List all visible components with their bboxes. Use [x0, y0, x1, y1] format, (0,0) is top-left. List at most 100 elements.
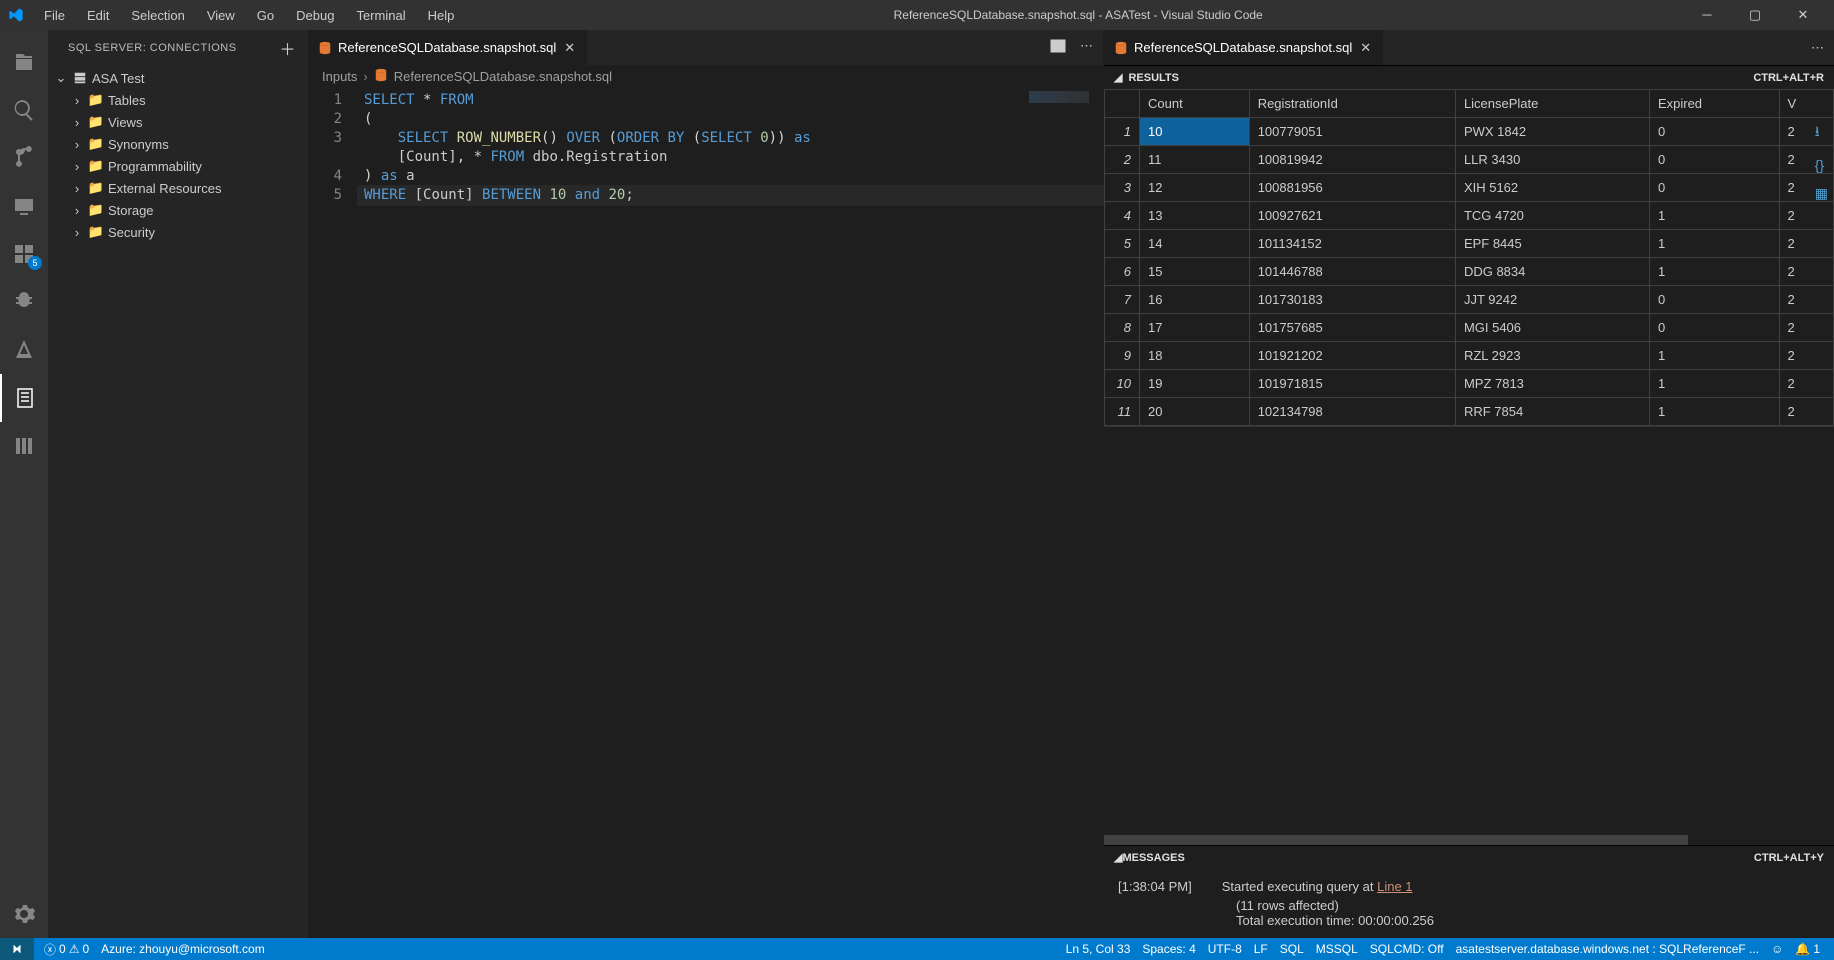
status-mssql[interactable]: MSSQL [1310, 942, 1364, 956]
table-cell[interactable]: 15 [1140, 258, 1250, 286]
table-cell[interactable]: 0 [1649, 146, 1779, 174]
tree-item-security[interactable]: ›📁Security [48, 221, 308, 243]
export-csv-icon[interactable]: ⭳ [1815, 121, 1828, 145]
activity-extensions[interactable]: 5 [0, 230, 48, 278]
breadcrumbs[interactable]: Inputs › ReferenceSQLDatabase.snapshot.s… [308, 65, 1103, 87]
menu-go[interactable]: Go [247, 4, 284, 27]
activity-settings[interactable] [0, 890, 48, 938]
tree-item-external-resources[interactable]: ›📁External Resources [48, 177, 308, 199]
table-cell[interactable]: 101971815 [1249, 370, 1455, 398]
table-row[interactable]: 514101134152EPF 844512 [1105, 230, 1834, 258]
minimap[interactable] [1029, 91, 1089, 103]
activity-explorer[interactable] [0, 38, 48, 86]
table-cell[interactable]: 19 [1140, 370, 1250, 398]
table-cell[interactable]: 2 [1779, 230, 1833, 258]
status-sqlcmd[interactable]: SQLCMD: Off [1364, 942, 1450, 956]
table-cell[interactable]: 2 [1779, 286, 1833, 314]
export-json-icon[interactable]: {} [1815, 157, 1828, 173]
table-cell[interactable]: 0 [1649, 174, 1779, 202]
table-row[interactable]: 918101921202RZL 292312 [1105, 342, 1834, 370]
code-editor[interactable]: 12345 SELECT * FROM ( SELECT ROW_NUMBER(… [308, 87, 1103, 938]
table-row[interactable]: 817101757685MGI 540602 [1105, 314, 1834, 342]
table-cell[interactable]: 2 [1779, 202, 1833, 230]
split-editor-icon[interactable] [1050, 38, 1066, 57]
table-cell[interactable]: DDG 8834 [1455, 258, 1649, 286]
col-overflow[interactable]: V [1779, 90, 1833, 118]
status-feedback-icon[interactable]: ☺ [1765, 942, 1789, 956]
col-registrationid[interactable]: RegistrationId [1249, 90, 1455, 118]
table-cell[interactable]: 2 [1779, 342, 1833, 370]
menu-selection[interactable]: Selection [121, 4, 194, 27]
table-cell[interactable]: 1 [1649, 342, 1779, 370]
table-cell[interactable]: 102134798 [1249, 398, 1455, 426]
horizontal-scrollbar[interactable] [1104, 835, 1834, 845]
table-cell[interactable]: 0 [1649, 314, 1779, 342]
minimize-button[interactable]: ─ [1692, 7, 1722, 23]
breadcrumb-file[interactable]: ReferenceSQLDatabase.snapshot.sql [394, 69, 612, 84]
table-cell[interactable]: 1 [1649, 230, 1779, 258]
table-cell[interactable]: 0 [1649, 118, 1779, 146]
table-cell[interactable]: 10 [1140, 118, 1250, 146]
table-cell[interactable]: 10 [1105, 370, 1140, 398]
menu-debug[interactable]: Debug [286, 4, 344, 27]
table-cell[interactable]: MPZ 7813 [1455, 370, 1649, 398]
remote-indicator[interactable] [0, 938, 34, 960]
col-expired[interactable]: Expired [1649, 90, 1779, 118]
table-cell[interactable]: 2 [1779, 370, 1833, 398]
results-panel-header[interactable]: ◢RESULTS CTRL+ALT+R [1104, 65, 1834, 89]
table-cell[interactable]: 13 [1140, 202, 1250, 230]
table-row[interactable]: 413100927621TCG 472012 [1105, 202, 1834, 230]
menu-view[interactable]: View [197, 4, 245, 27]
table-cell[interactable]: 101921202 [1249, 342, 1455, 370]
table-cell[interactable]: RRF 7854 [1455, 398, 1649, 426]
status-errors[interactable]: ⓧ0⚠0 [38, 938, 95, 960]
status-cursor-position[interactable]: Ln 5, Col 33 [1060, 942, 1137, 956]
messages-panel-header[interactable]: ◢MESSAGES CTRL+ALT+Y [1104, 845, 1834, 869]
table-cell[interactable]: 5 [1105, 230, 1140, 258]
tree-item-views[interactable]: ›📁Views [48, 111, 308, 133]
status-eol[interactable]: LF [1248, 942, 1274, 956]
status-encoding[interactable]: UTF-8 [1202, 942, 1248, 956]
table-cell[interactable]: LLR 3430 [1455, 146, 1649, 174]
table-cell[interactable]: 8 [1105, 314, 1140, 342]
table-cell[interactable]: 101446788 [1249, 258, 1455, 286]
activity-source-control[interactable] [0, 134, 48, 182]
table-cell[interactable]: 1 [1649, 398, 1779, 426]
more-actions-icon[interactable]: ⋯ [1811, 40, 1824, 56]
table-cell[interactable]: 0 [1649, 286, 1779, 314]
tab-sql-file[interactable]: ReferenceSQLDatabase.snapshot.sql ✕ [308, 30, 588, 65]
tab-results[interactable]: ReferenceSQLDatabase.snapshot.sql ✕ [1104, 30, 1384, 65]
maximize-button[interactable]: ▢ [1740, 7, 1770, 23]
table-cell[interactable]: 4 [1105, 202, 1140, 230]
table-cell[interactable]: 11 [1140, 146, 1250, 174]
table-cell[interactable]: 100779051 [1249, 118, 1455, 146]
activity-library[interactable] [0, 422, 48, 470]
close-tab-icon[interactable]: ✕ [562, 40, 577, 56]
table-cell[interactable]: 100881956 [1249, 174, 1455, 202]
table-cell[interactable]: 20 [1140, 398, 1250, 426]
activity-remote[interactable] [0, 182, 48, 230]
export-excel-icon[interactable]: ▦ [1815, 185, 1828, 202]
results-table[interactable]: Count RegistrationId LicensePlate Expire… [1104, 89, 1834, 426]
table-cell[interactable]: 16 [1140, 286, 1250, 314]
table-row[interactable]: 312100881956XIH 516202 [1105, 174, 1834, 202]
activity-debug[interactable] [0, 278, 48, 326]
table-row[interactable]: 1120102134798RRF 785412 [1105, 398, 1834, 426]
table-row[interactable]: 615101446788DDG 883412 [1105, 258, 1834, 286]
table-cell[interactable]: 12 [1140, 174, 1250, 202]
table-cell[interactable]: 1 [1649, 258, 1779, 286]
table-cell[interactable]: 2 [1779, 398, 1833, 426]
table-cell[interactable]: 7 [1105, 286, 1140, 314]
status-notifications[interactable]: 🔔1 [1789, 942, 1826, 956]
tree-item-synonyms[interactable]: ›📁Synonyms [48, 133, 308, 155]
status-server[interactable]: asatestserver.database.windows.net : SQL… [1450, 942, 1766, 956]
table-cell[interactable]: 18 [1140, 342, 1250, 370]
col-rownum[interactable] [1105, 90, 1140, 118]
table-cell[interactable]: 11 [1105, 398, 1140, 426]
table-row[interactable]: 110100779051PWX 184202 [1105, 118, 1834, 146]
table-cell[interactable]: 101134152 [1249, 230, 1455, 258]
table-cell[interactable]: 101730183 [1249, 286, 1455, 314]
table-cell[interactable]: 100927621 [1249, 202, 1455, 230]
close-tab-icon[interactable]: ✕ [1358, 40, 1373, 56]
col-count[interactable]: Count [1140, 90, 1250, 118]
